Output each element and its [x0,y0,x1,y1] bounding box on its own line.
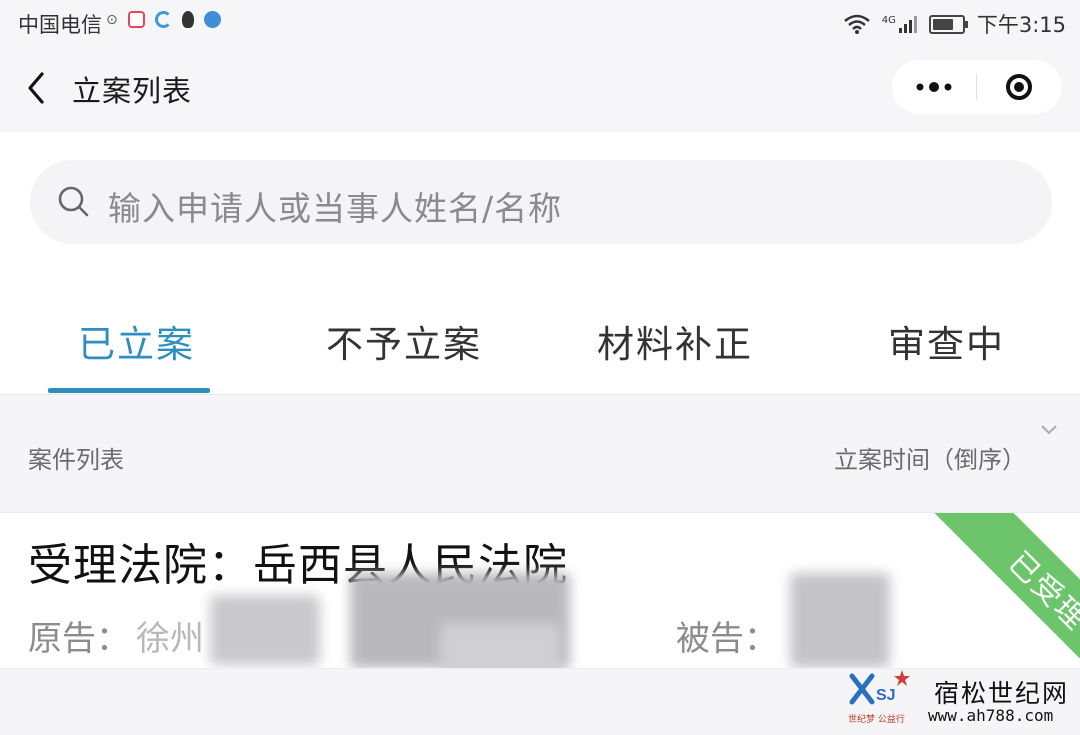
more-button[interactable] [892,60,976,114]
back-button[interactable] [22,66,54,110]
sort-selector[interactable]: 立案时间（倒序） [834,440,1026,475]
app-notification-icon [127,11,145,28]
plaintiff-label: 原告： [28,619,130,659]
clock: 下午3:15 [976,13,1066,37]
notification-icons: ⊙ [106,11,221,28]
tab-not-filed[interactable]: 不予立案 [326,314,482,368]
search-input[interactable]: 输入申请人或当事人姓名/名称 [30,160,1052,244]
case-list-title: 案件列表 [28,446,124,474]
carrier-label: 中国电信 [18,13,102,37]
target-close-icon [1006,74,1032,100]
mini-program-capsule [892,60,1062,114]
status-ribbon-label: 已受理 [1001,545,1080,638]
status-right: 4G 下午3:15 [843,9,1066,39]
tab-reviewing[interactable]: 审查中 [888,314,1005,368]
case-card[interactable]: 受理法院：岳西县人民法院 原告： 徐州 被告： 已受理 [0,512,1080,669]
page-title: 立案列表 [72,74,193,108]
redaction-blur [790,573,890,668]
chevron-left-icon [28,72,44,104]
chevron-down-icon[interactable] [1040,421,1058,439]
close-mini-program-button[interactable] [977,60,1061,114]
signal-icon: 4G [882,15,917,33]
more-dots-icon [916,82,952,92]
network-type: 4G [881,15,896,26]
active-tab-indicator [48,388,210,393]
navigation-bar: 立案列表 [0,44,1080,132]
search-icon [58,186,89,217]
defendant-label: 被告： [676,619,778,659]
watermark-tagline: 世纪梦 公益行 [848,715,905,725]
status-tabs: 已立案 不予立案 材料补正 审查中 [0,274,1080,395]
watermark-site-name: 宿松世纪网 [934,679,1070,708]
qq-icon [181,11,194,28]
message-icon: ⊙ [106,11,118,28]
tab-filed[interactable]: 已立案 [78,314,195,368]
info-badge-icon [203,11,221,28]
tab-supplement[interactable]: 材料补正 [597,314,753,368]
status-bar: 中国电信 ⊙ 4G 下午3:15 [0,0,1080,44]
status-ribbon: 已受理 [917,513,1080,668]
redaction-blur [440,623,560,668]
sync-icon [154,11,172,28]
watermark-url: www.ah788.com [928,706,1054,725]
battery-icon [928,14,968,34]
list-header: 案件列表 立案时间（倒序） [0,395,1080,511]
wifi-icon [843,14,870,34]
svg-text:SJ: SJ [876,687,896,704]
site-watermark: SJ 世纪梦 公益行 宿松世纪网 www.ah788.com [846,668,1076,732]
search-placeholder: 输入申请人或当事人姓名/名称 [108,189,563,228]
search-area: 输入申请人或当事人姓名/名称 [0,132,1080,274]
redaction-blur [210,595,320,665]
plaintiff-name: 徐州 [136,619,204,659]
